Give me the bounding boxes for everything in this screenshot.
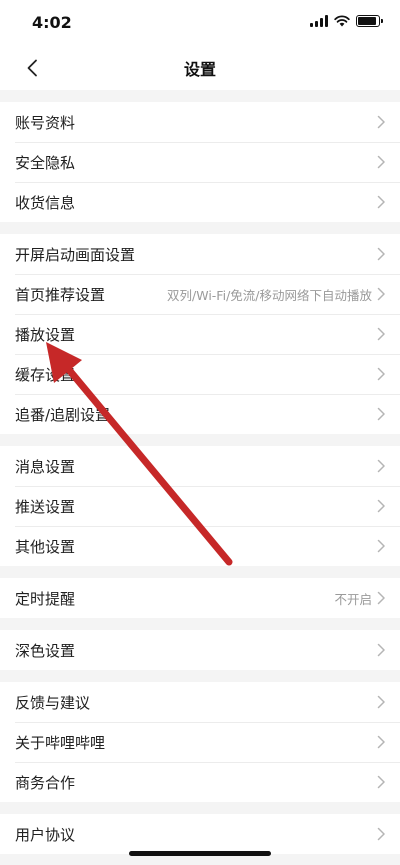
home-indicator [129, 851, 271, 856]
settings-row-value: 不开启 [334, 591, 372, 607]
chevron-right-icon [377, 539, 385, 553]
group-gap [0, 618, 400, 630]
settings-row-label: 其他设置 [15, 537, 76, 556]
chevron-right-icon [377, 499, 385, 513]
group-gap [0, 222, 400, 234]
chevron-right-icon [377, 407, 385, 421]
settings-row-label: 追番/追剧设置 [15, 405, 111, 424]
chevron-right-icon [377, 155, 385, 169]
chevron-right-icon [377, 735, 385, 749]
settings-row-label: 播放设置 [15, 325, 76, 344]
settings-row[interactable]: 其他设置 [0, 526, 400, 566]
settings-group: 开屏启动画面设置 首页推荐设置 双列/Wi-Fi/免流/移动网络下自动播放播放设置缓… [0, 234, 400, 434]
settings-row[interactable]: 首页推荐设置 双列/Wi-Fi/免流/移动网络下自动播放 [0, 274, 400, 314]
chevron-right-icon [377, 327, 385, 341]
chevron-left-icon [27, 59, 37, 77]
group-gap [0, 802, 400, 814]
group-gap [0, 670, 400, 682]
settings-row-label: 缓存设置 [15, 365, 76, 384]
settings-row[interactable]: 账号资料 [0, 102, 400, 142]
settings-row-label: 商务合作 [15, 773, 76, 792]
settings-group: 消息设置推送设置其他设置 [0, 446, 400, 566]
settings-row[interactable]: 播放设置 [0, 314, 400, 354]
settings-row[interactable]: 深色设置 [0, 630, 400, 670]
settings-row-label: 收货信息 [15, 193, 76, 212]
chevron-right-icon [377, 247, 385, 261]
group-gap [0, 434, 400, 446]
group-gap [0, 90, 400, 102]
chevron-right-icon [377, 287, 385, 301]
settings-row-label: 深色设置 [15, 641, 76, 660]
settings-row[interactable]: 推送设置 [0, 486, 400, 526]
settings-row[interactable]: 缓存设置 [0, 354, 400, 394]
status-bar: 4:02 [0, 0, 400, 46]
settings-row[interactable]: 收货信息 [0, 182, 400, 222]
group-gap [0, 566, 400, 578]
chevron-right-icon [377, 827, 385, 841]
settings-row-label: 开屏启动画面设置 [15, 245, 136, 264]
settings-row[interactable]: 定时提醒 不开启 [0, 578, 400, 618]
signal-icon [310, 15, 328, 27]
page-title: 设置 [183, 60, 216, 79]
chevron-right-icon [377, 115, 385, 129]
settings-list: 账号资料安全隐私收货信息开屏启动画面设置 首页推荐设置 双列/Wi-Fi/免流/移动… [0, 90, 400, 854]
settings-row[interactable]: 追番/追剧设置 [0, 394, 400, 434]
settings-row-label: 消息设置 [15, 457, 76, 476]
chevron-right-icon [377, 775, 385, 789]
settings-group: 账号资料安全隐私收货信息 [0, 102, 400, 222]
settings-group: 反馈与建议关于哔哩哔哩 商务合作 [0, 682, 400, 802]
battery-icon [356, 15, 383, 27]
settings-row[interactable]: 商务合作 [0, 762, 400, 802]
settings-row-label: 推送设置 [15, 497, 76, 516]
chevron-right-icon [377, 195, 385, 209]
status-icons [310, 15, 383, 27]
chevron-right-icon [377, 367, 385, 381]
settings-group: 定时提醒 不开启 [0, 578, 400, 618]
back-button[interactable] [18, 54, 46, 82]
settings-row-label: 关于哔哩哔哩 [15, 733, 106, 752]
chevron-right-icon [377, 643, 385, 657]
settings-row[interactable]: 用户协议 [0, 814, 400, 854]
settings-row[interactable]: 关于哔哩哔哩 [0, 722, 400, 762]
settings-row-label: 定时提醒 [15, 589, 76, 608]
chevron-right-icon [377, 695, 385, 709]
wifi-icon [334, 15, 350, 27]
settings-group: 用户协议 [0, 814, 400, 854]
settings-row-label: 用户协议 [15, 825, 76, 844]
settings-row-label: 账号资料 [15, 113, 76, 132]
status-time: 4:02 [32, 13, 72, 32]
chevron-right-icon [377, 591, 385, 605]
settings-row-label: 安全隐私 [15, 153, 76, 172]
settings-row-value: 双列/Wi-Fi/免流/移动网络下自动播放 [167, 287, 372, 303]
settings-group: 深色设置 [0, 630, 400, 670]
settings-row-label: 首页推荐设置 [15, 285, 106, 304]
settings-row[interactable]: 开屏启动画面设置 [0, 234, 400, 274]
chevron-right-icon [377, 459, 385, 473]
settings-row[interactable]: 安全隐私 [0, 142, 400, 182]
settings-row[interactable]: 消息设置 [0, 446, 400, 486]
nav-bar: 设置 [0, 46, 400, 90]
settings-row[interactable]: 反馈与建议 [0, 682, 400, 722]
settings-row-label: 反馈与建议 [15, 693, 91, 712]
